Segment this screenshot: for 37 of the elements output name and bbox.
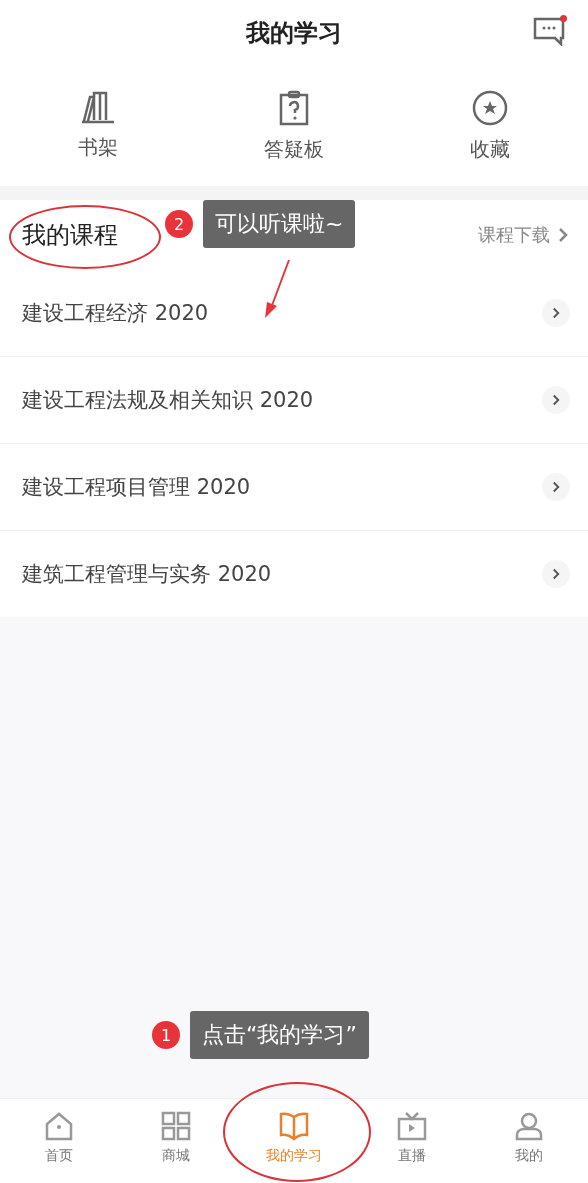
course-title[interactable]: 建设工程经济 2020 xyxy=(22,299,209,327)
pointer-arrow xyxy=(262,258,292,320)
section-title: 我的课程 xyxy=(22,220,118,251)
tv-icon xyxy=(396,1111,427,1141)
chevron-right-icon xyxy=(558,227,568,243)
chevron-right-icon xyxy=(552,568,560,580)
course-title[interactable]: 建筑工程管理与实务 2020 xyxy=(22,560,272,588)
page-title: 我的学习 xyxy=(246,18,342,49)
chevron-right-icon xyxy=(552,307,560,319)
star-circle-icon xyxy=(472,90,508,126)
tab-item[interactable]: 直播 xyxy=(352,1099,471,1183)
course-title[interactable]: 建设工程项目管理 2020 xyxy=(22,473,251,501)
tab-item[interactable]: 首页 xyxy=(0,1099,118,1183)
callout-bubble: 可以听课啦~ xyxy=(203,200,356,248)
grid-icon xyxy=(161,1111,192,1141)
clipboard-question-icon xyxy=(279,90,309,126)
step-number: 1 xyxy=(152,1021,180,1049)
tab-item[interactable]: 我的 xyxy=(470,1099,588,1183)
chevron-right-icon xyxy=(552,394,560,406)
message-button[interactable] xyxy=(532,16,566,48)
bookshelf-icon xyxy=(80,90,116,124)
open-book-icon xyxy=(278,1111,310,1141)
person-icon xyxy=(514,1111,545,1141)
chevron-right-icon xyxy=(552,481,560,493)
chevron-button[interactable] xyxy=(542,299,570,327)
chevron-button[interactable] xyxy=(542,386,570,414)
chevron-button[interactable] xyxy=(542,560,570,588)
shortcut-button[interactable]: 书架 xyxy=(0,66,196,186)
download-link[interactable]: 课程下载 xyxy=(478,223,568,247)
chevron-button[interactable] xyxy=(542,473,570,501)
callout-bubble: 点击“我的学习” xyxy=(190,1011,369,1059)
course-title[interactable]: 建设工程法规及相关知识 2020 xyxy=(22,386,314,414)
shortcut-button[interactable]: 收藏 xyxy=(392,66,588,186)
tab-item[interactable]: 商城 xyxy=(117,1099,236,1183)
shortcut-button[interactable]: 答疑板 xyxy=(196,66,392,186)
home-icon xyxy=(43,1111,74,1141)
chat-bubble-icon xyxy=(533,16,565,46)
